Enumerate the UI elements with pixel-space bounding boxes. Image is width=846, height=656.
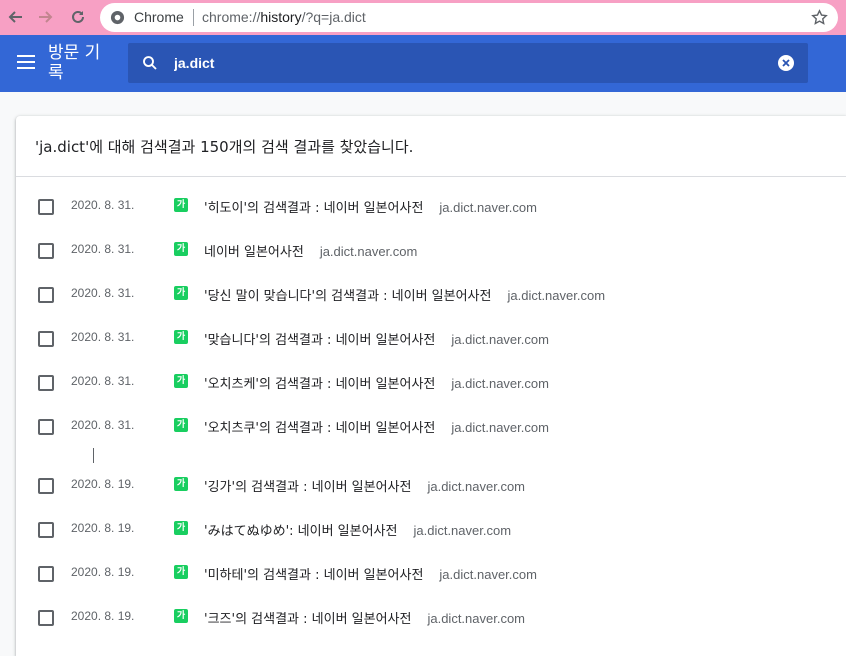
reload-button[interactable]	[66, 5, 90, 29]
row-title[interactable]: '깅가'의 검색결과 : 네이버 일본어사전 ja.dict.naver.com	[204, 476, 525, 495]
row-date: 2020. 8. 31.	[71, 374, 135, 388]
row-date: 2020. 8. 31.	[71, 330, 135, 344]
url-path: /?q=ja.dict	[301, 9, 366, 25]
row-title[interactable]: '당신 말이 맞습니다'의 검색결과 : 네이버 일본어사전 ja.dict.na…	[204, 285, 605, 304]
history-row[interactable]: 2020. 8. 31. 가 '당신 말이 맞습니다'의 검색결과 : 네이버 …	[16, 273, 846, 317]
row-domain: ja.dict.naver.com	[507, 288, 606, 303]
naver-favicon-icon: 가	[174, 609, 188, 623]
row-checkbox[interactable]	[38, 199, 54, 215]
row-title-text: '당신 말이 맞습니다'의 검색결과 : 네이버 일본어사전	[204, 289, 492, 304]
history-row[interactable]: 2020. 8. 19. 가 '미하테'의 검색결과 : 네이버 일본어사전 ja…	[16, 552, 846, 596]
site-chip-label: Chrome	[134, 9, 184, 25]
back-arrow-icon	[8, 11, 22, 23]
row-title[interactable]: '히도이'의 검색결과 : 네이버 일본어사전 ja.dict.naver.com	[204, 197, 537, 216]
back-button[interactable]	[3, 5, 27, 29]
address-bar[interactable]: Chrome chrome://history/?q=ja.dict	[100, 3, 838, 32]
row-title[interactable]: '크즈'의 검색결과 : 네이버 일본어사전 ja.dict.naver.com	[204, 608, 525, 627]
forward-button[interactable]	[34, 5, 58, 29]
row-date: 2020. 8. 31.	[71, 198, 135, 212]
forward-arrow-icon	[39, 11, 53, 23]
naver-favicon-icon: 가	[174, 330, 188, 344]
row-checkbox[interactable]	[38, 287, 54, 303]
row-checkbox[interactable]	[38, 375, 54, 391]
star-icon[interactable]	[811, 9, 828, 26]
row-domain: ja.dict.naver.com	[451, 376, 549, 391]
naver-favicon-icon: 가	[174, 374, 188, 388]
row-checkbox[interactable]	[38, 419, 54, 435]
row-title[interactable]: 'みはてぬゆめ': 네이버 일본어사전 ja.dict.naver.com	[204, 520, 511, 539]
naver-favicon-icon: 가	[174, 286, 188, 300]
search-input[interactable]	[174, 52, 754, 74]
address-url: chrome://history/?q=ja.dict	[202, 9, 366, 25]
row-checkbox[interactable]	[38, 331, 54, 347]
row-date: 2020. 8. 31.	[71, 418, 135, 432]
naver-favicon-icon: 가	[174, 521, 188, 535]
search-icon	[143, 56, 157, 70]
history-row[interactable]: 2020. 8. 31. 가 '오치츠쿠'의 검색결과 : 네이버 일본어사전 j…	[16, 405, 846, 449]
url-host: history	[260, 9, 302, 25]
row-title-text: '오치츠케'의 검색결과 : 네이버 일본어사전	[204, 377, 436, 392]
row-domain: ja.dict.naver.com	[451, 332, 549, 347]
browser-toolbar: Chrome chrome://history/?q=ja.dict	[0, 0, 846, 35]
address-divider	[193, 9, 194, 26]
history-row[interactable]: 2020. 8. 31. 가 네이버 일본어사전 ja.dict.naver.co…	[16, 229, 846, 273]
row-title-text: '크즈'의 검색결과 : 네이버 일본어사전	[204, 612, 412, 627]
chrome-icon	[110, 10, 125, 25]
history-row[interactable]: 2020. 8. 19. 가 '깅가'의 검색결과 : 네이버 일본어사전 ja.…	[16, 464, 846, 508]
row-date: 2020. 8. 19.	[71, 565, 135, 579]
row-title-text: '맞습니다'의 검색결과 : 네이버 일본어사전	[204, 333, 436, 348]
row-checkbox[interactable]	[38, 566, 54, 582]
card-divider	[16, 176, 846, 177]
history-row[interactable]: 2020. 8. 31. 가 '맞습니다'의 검색결과 : 네이버 일본어사전 j…	[16, 317, 846, 361]
row-domain: ja.dict.naver.com	[427, 611, 526, 626]
row-checkbox[interactable]	[38, 522, 54, 538]
reload-icon	[72, 10, 84, 23]
clear-search-button[interactable]	[778, 55, 794, 71]
row-date: 2020. 8. 19.	[71, 521, 135, 535]
row-date: 2020. 8. 31.	[71, 242, 135, 256]
row-checkbox[interactable]	[38, 243, 54, 259]
row-checkbox[interactable]	[38, 610, 54, 626]
row-domain: ja.dict.naver.com	[413, 523, 512, 538]
naver-favicon-icon: 가	[174, 565, 188, 579]
search-field[interactable]	[128, 43, 808, 83]
history-header: 방문 기록	[0, 35, 846, 92]
row-title-text: '히도이'의 검색결과 : 네이버 일본어사전	[204, 201, 424, 216]
row-title[interactable]: '맞습니다'의 검색결과 : 네이버 일본어사전 ja.dict.naver.co…	[204, 329, 549, 348]
row-title[interactable]: '미하테'의 검색결과 : 네이버 일본어사전 ja.dict.naver.com	[204, 564, 537, 583]
row-title-text: 네이버 일본어사전	[204, 245, 304, 260]
row-domain: ja.dict.naver.com	[319, 244, 418, 259]
row-title[interactable]: '오치츠쿠'의 검색결과 : 네이버 일본어사전 ja.dict.naver.co…	[204, 417, 549, 436]
naver-favicon-icon: 가	[174, 418, 188, 432]
row-date: 2020. 8. 19.	[71, 609, 135, 623]
clear-icon	[782, 59, 790, 67]
day-separator	[93, 448, 94, 463]
naver-favicon-icon: 가	[174, 198, 188, 212]
history-row[interactable]: 2020. 8. 19. 가 'みはてぬゆめ': 네이버 일본어사전 ja.dic…	[16, 508, 846, 552]
row-domain: ja.dict.naver.com	[439, 200, 537, 215]
page-title: 방문 기록	[48, 43, 101, 83]
naver-favicon-icon: 가	[174, 477, 188, 491]
row-domain: ja.dict.naver.com	[427, 479, 526, 494]
results-card: 'ja.dict'에 대해 검색결과 150개의 검색 결과를 찾았습니다. 2…	[16, 116, 846, 656]
row-title[interactable]: '오치츠케'의 검색결과 : 네이버 일본어사전 ja.dict.naver.co…	[204, 373, 549, 392]
row-checkbox[interactable]	[38, 478, 54, 494]
results-summary: 'ja.dict'에 대해 검색결과 150개의 검색 결과를 찾았습니다.	[35, 138, 414, 156]
row-domain: ja.dict.naver.com	[451, 420, 549, 435]
history-row[interactable]: 2020. 8. 31. 가 '히도이'의 검색결과 : 네이버 일본어사전 ja…	[16, 185, 846, 229]
history-row[interactable]: 2020. 8. 31. 가 '오치츠케'의 검색결과 : 네이버 일본어사전 j…	[16, 361, 846, 405]
history-row[interactable]: 2020. 8. 19. 가 '크즈'의 검색결과 : 네이버 일본어사전 ja.…	[16, 596, 846, 640]
row-date: 2020. 8. 31.	[71, 286, 135, 300]
row-title-text: '미하테'의 검색결과 : 네이버 일본어사전	[204, 568, 424, 583]
row-domain: ja.dict.naver.com	[439, 567, 537, 582]
row-title-text: '깅가'의 검색결과 : 네이버 일본어사전	[204, 480, 412, 495]
url-scheme: chrome://	[202, 9, 261, 25]
naver-favicon-icon: 가	[174, 242, 188, 256]
row-date: 2020. 8. 19.	[71, 477, 135, 491]
row-title[interactable]: 네이버 일본어사전 ja.dict.naver.com	[204, 241, 417, 260]
hamburger-menu-icon[interactable]	[17, 55, 35, 69]
row-title-text: '오치츠쿠'의 검색결과 : 네이버 일본어사전	[204, 421, 436, 436]
row-title-text: 'みはてぬゆめ': 네이버 일본어사전	[204, 524, 398, 539]
